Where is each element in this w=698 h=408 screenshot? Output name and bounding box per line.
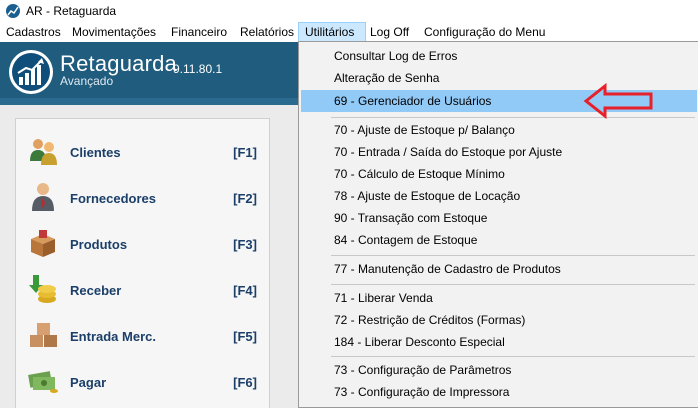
menu-item-label: 72 - Restrição de Créditos (Formas) — [334, 313, 526, 327]
menu-item-entrada-saida-estoque[interactable]: 70 - Entrada / Saída do Estoque por Ajus… — [301, 141, 697, 163]
title-bar: AR - Retaguarda — [0, 0, 698, 22]
menu-item-liberar-desconto[interactable]: 184 - Liberar Desconto Especial — [301, 331, 697, 353]
shortcut-key: [F4] — [233, 283, 257, 298]
menu-relatorios[interactable]: Relatórios — [234, 22, 300, 42]
shortcut-receber[interactable]: Receber [F4] — [16, 271, 271, 311]
app-icon — [6, 4, 20, 18]
menu-item-label: 73 - Configuração de Parâmetros — [334, 363, 512, 377]
shortcut-label: Entrada Merc. — [70, 329, 156, 344]
shortcut-label: Clientes — [70, 145, 121, 160]
shortcut-produtos[interactable]: Produtos [F3] — [16, 225, 271, 265]
menu-movimentacoes[interactable]: Movimentações — [66, 22, 162, 42]
shortcut-key: [F6] — [233, 375, 257, 390]
shortcut-clientes[interactable]: Clientes [F1] — [16, 133, 271, 173]
menu-item-label: 70 - Ajuste de Estoque p/ Balanço — [334, 123, 515, 137]
shortcut-label: Pagar — [70, 375, 107, 390]
shortcut-entrada-merc[interactable]: Entrada Merc. [F5] — [16, 317, 271, 357]
menu-log-off[interactable]: Log Off — [364, 22, 415, 42]
menu-item-configuracao-parametros[interactable]: 73 - Configuração de Parâmetros — [301, 359, 697, 381]
menu-financeiro[interactable]: Financeiro — [165, 22, 233, 42]
shortcut-pagar[interactable]: Pagar [F6] — [16, 363, 271, 403]
retaguarda-logo-icon — [9, 50, 53, 94]
menu-item-liberar-venda[interactable]: 71 - Liberar Venda — [301, 287, 697, 309]
menu-item-label: 90 - Transação com Estoque — [334, 211, 488, 225]
menu-item-transacao-estoque[interactable]: 90 - Transação com Estoque — [301, 207, 697, 229]
menu-item-label: 70 - Cálculo de Estoque Mínimo — [334, 167, 505, 181]
version-number: 9.11.80.1 — [173, 62, 223, 76]
menu-item-label: 73 - Configuração de Impressora — [334, 385, 510, 399]
menu-item-contagem-estoque[interactable]: 84 - Contagem de Estoque — [301, 229, 697, 251]
menu-item-ajuste-estoque-locacao[interactable]: 78 - Ajuste de Estoque de Locação — [301, 185, 697, 207]
menu-item-calculo-estoque-minimo[interactable]: 70 - Cálculo de Estoque Mínimo — [301, 163, 697, 185]
menu-item-manutencao-cadastro-produtos[interactable]: 77 - Manutenção de Cadastro de Produtos — [301, 258, 697, 280]
clients-icon — [27, 135, 59, 167]
red-arrow-icon — [583, 82, 655, 122]
menu-cadastros[interactable]: Cadastros — [0, 22, 67, 42]
menu-item-label: 70 - Entrada / Saída do Estoque por Ajus… — [334, 145, 563, 159]
menu-item-consultar-log[interactable]: Consultar Log de Erros — [301, 45, 697, 67]
shortcut-fornecedores[interactable]: Fornecedores [F2] — [16, 179, 271, 219]
menu-item-label: 69 - Gerenciador de Usuários — [334, 94, 492, 108]
money-icon — [27, 365, 59, 397]
shortcut-key: [F3] — [233, 237, 257, 252]
menu-separator — [331, 284, 695, 285]
supplier-icon — [27, 181, 59, 213]
menu-item-label: 78 - Ajuste de Estoque de Locação — [334, 189, 521, 203]
menu-separator — [331, 255, 695, 256]
menu-separator — [331, 356, 695, 357]
edition-label: Avançado — [60, 74, 114, 88]
boxes-icon — [27, 319, 59, 351]
shortcuts-panel: Clientes [F1] Fornecedores [F2] Produtos… — [15, 118, 270, 408]
box-icon — [27, 227, 59, 259]
menu-item-restricao-creditos[interactable]: 72 - Restrição de Créditos (Formas) — [301, 309, 697, 331]
shortcut-key: [F1] — [233, 145, 257, 160]
shortcut-label: Receber — [70, 283, 122, 298]
menu-configuracao-do-menu[interactable]: Configuração do Menu — [418, 22, 551, 42]
menu-item-label: Alteração de Senha — [334, 71, 440, 85]
menu-item-label: 77 - Manutenção de Cadastro de Produtos — [334, 262, 561, 276]
coins-receive-icon — [27, 273, 59, 305]
menu-item-label: 71 - Liberar Venda — [334, 291, 433, 305]
menu-item-configuracao-impressora[interactable]: 73 - Configuração de Impressora — [301, 381, 697, 403]
window-title: AR - Retaguarda — [26, 4, 117, 18]
menu-item-label: Consultar Log de Erros — [334, 49, 458, 63]
menu-item-ajuste-estoque-balanco[interactable]: 70 - Ajuste de Estoque p/ Balanço — [301, 119, 697, 141]
menu-bar: Cadastros Movimentações Financeiro Relat… — [0, 22, 698, 42]
menu-item-label: 184 - Liberar Desconto Especial — [334, 335, 505, 349]
shortcut-key: [F2] — [233, 191, 257, 206]
menu-utilitarios[interactable]: Utilitários — [298, 22, 366, 42]
shortcut-label: Fornecedores — [70, 191, 156, 206]
shortcut-key: [F5] — [233, 329, 257, 344]
shortcut-label: Produtos — [70, 237, 128, 252]
menu-item-label: 84 - Contagem de Estoque — [334, 233, 478, 247]
